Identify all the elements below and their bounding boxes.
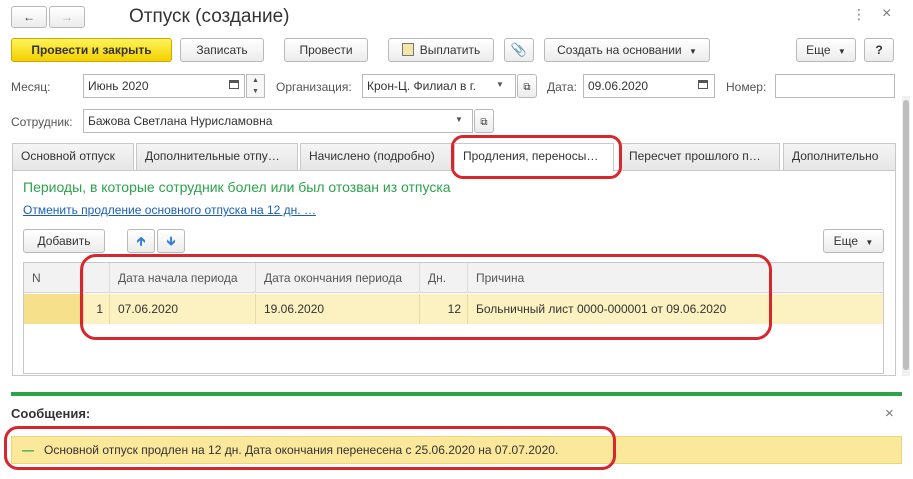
form-scrollbar[interactable] — [902, 96, 910, 376]
tab-additional-vacations[interactable]: Дополнительные отпу… — [136, 143, 298, 170]
create-based-on-button[interactable]: Создать на основании ▼ — [544, 38, 710, 62]
tab-additional[interactable]: Дополнительно — [783, 143, 896, 170]
more-button-label: Еще — [806, 43, 831, 57]
open-link-icon: ⧉ — [523, 82, 531, 93]
more-button[interactable]: Еще ▼ — [796, 38, 856, 62]
tab-accrued-detailed[interactable]: Начислено (подробно) — [300, 143, 452, 170]
pay-button-label: Выплатить — [419, 43, 481, 57]
organization-dropdown-icon[interactable]: ▼ — [496, 80, 504, 89]
tab-extensions-transfers[interactable]: Продления, переносы… — [454, 143, 614, 171]
back-button[interactable]: ← — [11, 6, 47, 28]
calendar-icon — [229, 80, 239, 89]
panel-heading: Периоды, в которые сотрудник болел или б… — [23, 179, 451, 195]
date-calendar-icon[interactable] — [698, 80, 708, 89]
pay-document-icon — [401, 43, 414, 57]
window-close-icon[interactable]: × — [882, 5, 891, 23]
post-and-close-button[interactable]: Провести и закрыть — [11, 38, 172, 62]
messages-close-icon[interactable]: × — [885, 405, 894, 422]
scrollbar-thumb[interactable] — [903, 100, 909, 370]
post-button[interactable]: Провести — [284, 38, 368, 62]
number-field[interactable] — [775, 74, 895, 98]
row-n-cell[interactable] — [24, 294, 84, 324]
spin-down-icon[interactable]: ▼ — [247, 86, 264, 97]
employee-label: Сотрудник: — [11, 115, 73, 129]
cancel-extension-link[interactable]: Отменить продление основного отпуска на … — [23, 203, 316, 217]
organization-label: Организация: — [276, 80, 352, 94]
table-more-label: Еще — [833, 234, 859, 248]
month-field[interactable]: Июнь 2020 — [83, 74, 245, 98]
move-up-button[interactable]: 🡱 — [127, 229, 155, 253]
open-link-icon: ⧉ — [480, 117, 488, 128]
tab-main-vacation[interactable]: Основной отпуск — [12, 143, 134, 170]
table-more-button[interactable]: Еще ▼ — [823, 229, 884, 253]
create-based-on-label: Создать на основании — [557, 43, 682, 57]
attach-button[interactable]: 📎 — [504, 38, 534, 62]
number-label: Номер: — [726, 80, 767, 94]
organization-open-button[interactable]: ⧉ — [517, 74, 537, 98]
organization-field[interactable]: Крон-Ц. Филиал в г. — [362, 74, 516, 98]
chevron-down-icon: ▼ — [865, 238, 874, 247]
add-button[interactable]: Добавить — [23, 229, 105, 253]
employee-open-button[interactable]: ⧉ — [474, 109, 494, 133]
arrow-up-icon: 🡱 — [136, 234, 146, 248]
chevron-down-icon: ▼ — [837, 47, 846, 56]
window-title: Отпуск (создание) — [129, 6, 290, 27]
date-label: Дата: — [547, 80, 577, 94]
date-field[interactable]: 09.06.2020 — [583, 74, 715, 98]
save-button[interactable]: Записать — [180, 38, 264, 62]
month-spin-stepper[interactable]: ▲ ▼ — [246, 74, 265, 98]
month-label: Месяц: — [11, 80, 51, 94]
tab-recalculation-past[interactable]: Пересчет прошлого п… — [620, 143, 780, 170]
arrow-down-icon: 🡳 — [166, 234, 176, 248]
pay-button[interactable]: Выплатить — [388, 38, 494, 62]
chevron-down-icon: ▼ — [688, 47, 697, 56]
messages-separator — [11, 392, 902, 396]
highlight-message-ring — [4, 426, 616, 470]
arrow-right-icon: → — [61, 10, 73, 24]
col-n[interactable]: N — [24, 263, 84, 293]
employee-dropdown-icon[interactable]: ▼ — [455, 115, 463, 124]
calendar-icon-button[interactable] — [224, 75, 244, 97]
help-button[interactable]: ? — [864, 38, 894, 62]
move-down-button[interactable]: 🡳 — [157, 229, 185, 253]
highlight-row-ring — [80, 254, 772, 340]
messages-title: Сообщения: — [11, 406, 91, 421]
employee-field[interactable]: Бажова Светлана Нурисламовна — [83, 109, 473, 133]
window-more-icon[interactable]: ⋮ — [852, 6, 866, 23]
spin-up-icon[interactable]: ▲ — [247, 75, 264, 86]
forward-button[interactable]: → — [49, 6, 85, 28]
paperclip-icon: 📎 — [510, 42, 528, 57]
arrow-left-icon: ← — [23, 10, 35, 24]
